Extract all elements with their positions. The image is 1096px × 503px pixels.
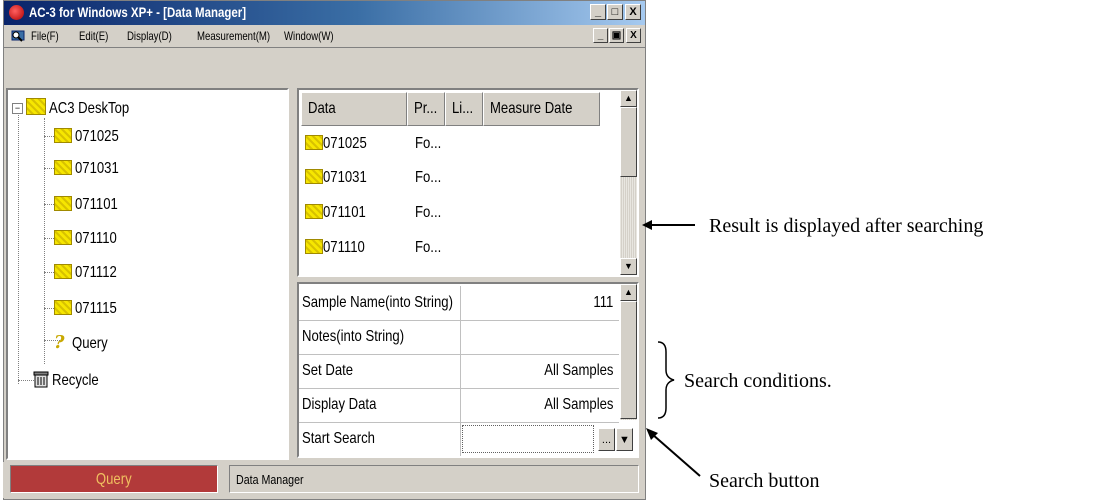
folder-icon <box>305 239 323 254</box>
maximize-button[interactable]: □ <box>607 4 623 20</box>
annotation-button: Search button <box>709 470 820 492</box>
folder-icon <box>305 135 323 150</box>
dropdown-arrow-icon[interactable]: ▼ <box>616 428 633 451</box>
annotation-conditions: Search conditions. <box>684 370 832 392</box>
folder-tree[interactable]: − AC3 DeskTop 071025 071031 071101 071110… <box>6 88 289 460</box>
conditions-scrollbar[interactable]: ▲ <box>620 284 637 420</box>
folder-icon <box>54 196 72 211</box>
tree-root[interactable]: − AC3 DeskTop <box>12 98 147 122</box>
app-icon <box>9 5 24 20</box>
condition-row-set-date[interactable]: Set Date All Samples <box>299 354 619 389</box>
folder-icon <box>54 300 72 315</box>
tree-folder[interactable]: 071115 <box>54 300 126 324</box>
tree-folder[interactable]: 071025 <box>54 128 128 152</box>
condition-row-sample-name[interactable]: Sample Name(into String) 111 <box>299 286 619 321</box>
folder-icon <box>305 169 323 184</box>
menu-measurement[interactable]: Measurement(M) <box>197 29 270 43</box>
mdi-restore-button[interactable]: ▣ <box>609 28 624 43</box>
tree-folder[interactable]: 071112 <box>54 264 126 288</box>
title-bar[interactable]: AC-3 for Windows XP+ - [Data Manager] _ … <box>4 1 645 25</box>
collapse-icon[interactable]: − <box>12 103 23 114</box>
tree-folder[interactable]: 071110 <box>54 230 126 254</box>
scroll-thumb[interactable] <box>620 301 637 419</box>
mdi-minimize-button[interactable]: _ <box>593 28 608 43</box>
recycle-bin-icon <box>33 371 49 388</box>
results-list[interactable]: Data Pr... Li... Measure Date 071025 Fo.… <box>297 88 639 277</box>
close-button[interactable]: X <box>625 4 641 20</box>
tree-folder[interactable]: 071101 <box>54 196 127 220</box>
column-data[interactable]: Data <box>301 92 407 126</box>
search-field[interactable] <box>462 425 594 453</box>
tree-recycle[interactable]: Recycle <box>32 370 109 394</box>
menu-bar: File(F) Edit(E) Display(D) Measurement(M… <box>4 25 645 48</box>
folder-icon <box>305 204 323 219</box>
search-conditions-grid: Sample Name(into String) 111 Notes(into … <box>297 282 639 458</box>
result-arrow-icon <box>642 220 695 230</box>
menu-edit[interactable]: Edit(E) <box>79 29 108 43</box>
search-arrow-icon <box>646 428 701 477</box>
folder-icon <box>54 264 72 279</box>
column-li[interactable]: Li... <box>445 92 483 126</box>
folder-icon <box>54 128 72 143</box>
brace-icon <box>657 341 675 419</box>
desktop-folder-icon <box>26 98 46 115</box>
status-panel: Data Manager <box>229 465 639 493</box>
folder-icon <box>54 230 72 245</box>
tree-query[interactable]: ? Query <box>54 332 116 356</box>
status-bar: Query Data Manager <box>3 462 644 498</box>
data-manager-icon[interactable] <box>11 28 25 42</box>
scroll-up-arrow-icon[interactable]: ▲ <box>620 284 637 301</box>
scroll-up-arrow-icon[interactable]: ▲ <box>620 90 637 107</box>
annotation-result: Result is displayed after searching <box>709 215 984 237</box>
window-title: AC-3 for Windows XP+ - [Data Manager] <box>29 4 247 20</box>
menu-file[interactable]: File(F) <box>31 29 59 43</box>
scroll-down-arrow-icon[interactable]: ▼ <box>620 258 637 275</box>
scroll-thumb[interactable] <box>620 107 637 177</box>
minimize-button[interactable]: _ <box>590 4 606 20</box>
tree-folder[interactable]: 071031 <box>54 160 128 184</box>
menu-window[interactable]: Window(W) <box>284 29 334 43</box>
status-mode: Query <box>10 465 218 493</box>
condition-row-display-data[interactable]: Display Data All Samples <box>299 388 619 423</box>
mdi-close-button[interactable]: X <box>626 28 641 43</box>
results-scrollbar[interactable]: ▲ ▼ <box>620 90 637 275</box>
column-measure-date[interactable]: Measure Date <box>483 92 600 126</box>
column-pr[interactable]: Pr... <box>407 92 445 126</box>
search-button[interactable]: ... <box>598 428 615 451</box>
condition-row-notes[interactable]: Notes(into String) <box>299 320 619 355</box>
folder-icon <box>54 160 72 175</box>
question-icon: ? <box>54 332 65 353</box>
condition-row-start-search[interactable]: Start Search ... ▼ <box>299 422 637 456</box>
menu-display[interactable]: Display(D) <box>127 29 172 43</box>
